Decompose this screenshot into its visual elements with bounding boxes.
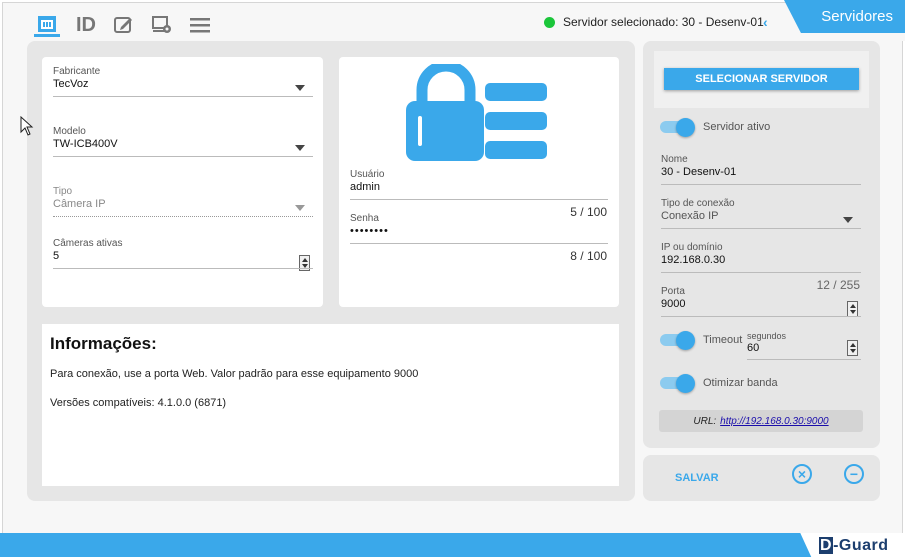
credentials-card: Usuário admin 5 / 100 Senha •••••••• 8 /… [339,57,619,307]
port-stepper[interactable]: Porta 9000 [661,286,861,317]
password-label: Senha [350,213,379,224]
model-value: TW-ICB400V [53,138,118,150]
info-card: Informações: Para conexão, use a porta W… [42,324,619,486]
connection-type-select[interactable]: Tipo de conexão Conexão IP [661,198,861,229]
server-active-toggle[interactable] [660,118,696,137]
type-select: Tipo Câmera IP [53,186,313,217]
server-name-field[interactable]: Nome 30 - Desenv-01 [661,154,861,185]
info-title: Informações: [50,334,157,353]
username-label: Usuário [350,169,385,180]
ip-label: IP ou domínio [661,242,723,253]
manufacturer-select[interactable]: Fabricante TecVoz [53,66,313,97]
type-value: Câmera IP [53,198,106,210]
stepper-arrows-icon[interactable] [847,340,858,356]
active-cameras-value: 5 [53,250,60,262]
server-url-link[interactable]: http://192.168.0.30:9000 [720,416,828,427]
footer-bar [0,533,905,557]
timeout-value: 60 [747,342,760,354]
chevron-down-icon [843,217,853,223]
active-cameras-stepper[interactable]: Câmeras ativas 5 [53,238,313,271]
timeout-toggle[interactable] [660,331,696,350]
chevron-down-icon [295,205,305,211]
info-versions-text: Versões compatíveis: 4.1.0.0 (6871) [50,397,227,409]
device-panel: Fabricante TecVoz Modelo TW-ICB400V Tipo… [27,41,635,501]
logo-text: -Guard [833,537,889,554]
chevron-down-icon [295,85,305,91]
selected-server-text: Servidor selecionado: 30 - Desenv-01 [563,15,764,29]
server-name-value: 30 - Desenv-01 [661,166,737,178]
active-cameras-label: Câmeras ativas [53,238,123,249]
menu-icon[interactable] [187,13,213,37]
timeout-stepper[interactable]: segundos 60 [747,330,861,360]
timeout-unit-label: segundos [747,331,787,341]
chevron-down-icon [295,145,305,151]
id-label: ID [76,13,96,36]
id-icon[interactable]: ID [73,13,99,37]
collapse-chevron-icon[interactable]: ‹ [763,14,768,30]
select-server-button[interactable]: SELECIONAR SERVIDOR [664,68,859,90]
edit-icon[interactable] [111,13,137,37]
logo-d: D [819,537,834,554]
password-field[interactable]: Senha •••••••• [350,213,608,244]
info-connection-text: Para conexão, use a porta Web. Valor pad… [50,368,419,380]
servers-title-tab: Servidores [784,0,905,33]
actions-panel: SALVAR × − [643,455,880,501]
model-select[interactable]: Modelo TW-ICB400V [53,126,313,157]
status-online-icon [544,16,555,28]
remove-icon[interactable]: − [844,464,864,484]
mouse-pointer-icon [20,115,34,141]
server-panel: SELECIONAR SERVIDOR Servidor ativo Nome … [643,41,880,448]
model-label: Modelo [53,126,86,137]
timeout-label: Timeout [703,334,743,346]
bandwidth-toggle[interactable] [660,374,696,393]
password-value: •••••••• [350,225,389,237]
connection-type-label: Tipo de conexão [661,198,735,209]
server-active-label: Servidor ativo [703,121,771,133]
lock-credentials-icon [405,60,547,167]
password-counter: 8 / 100 [570,249,607,263]
server-name-label: Nome [661,154,688,165]
manufacturer-label: Fabricante [53,66,101,77]
save-button[interactable]: SALVAR [675,472,719,484]
servers-title: Servidores [821,8,893,25]
ip-field[interactable]: IP ou domínio 192.168.0.30 [661,242,861,273]
type-label: Tipo [53,186,73,197]
connection-type-value: Conexão IP [661,210,719,222]
camera-settings-icon[interactable] [149,13,175,37]
username-value: admin [350,181,380,193]
stepper-arrows-icon[interactable] [847,301,858,317]
network-icon[interactable] [34,13,60,37]
selected-server-status: Servidor selecionado: 30 - Desenv-01 [544,15,764,29]
top-toolbar: ID Servidor selecionado: 30 - Desenv-01 … [3,3,905,41]
username-field[interactable]: Usuário admin [350,169,608,200]
url-display: URL: http://192.168.0.30:9000 [659,410,863,432]
port-label: Porta [661,286,685,297]
ip-value: 192.168.0.30 [661,254,726,266]
manufacturer-value: TecVoz [53,78,89,90]
cancel-icon[interactable]: × [792,464,812,484]
port-value: 9000 [661,298,686,310]
url-label: URL: [693,415,717,427]
bandwidth-label: Otimizar banda [703,377,778,389]
device-card: Fabricante TecVoz Modelo TW-ICB400V Tipo… [42,57,323,307]
